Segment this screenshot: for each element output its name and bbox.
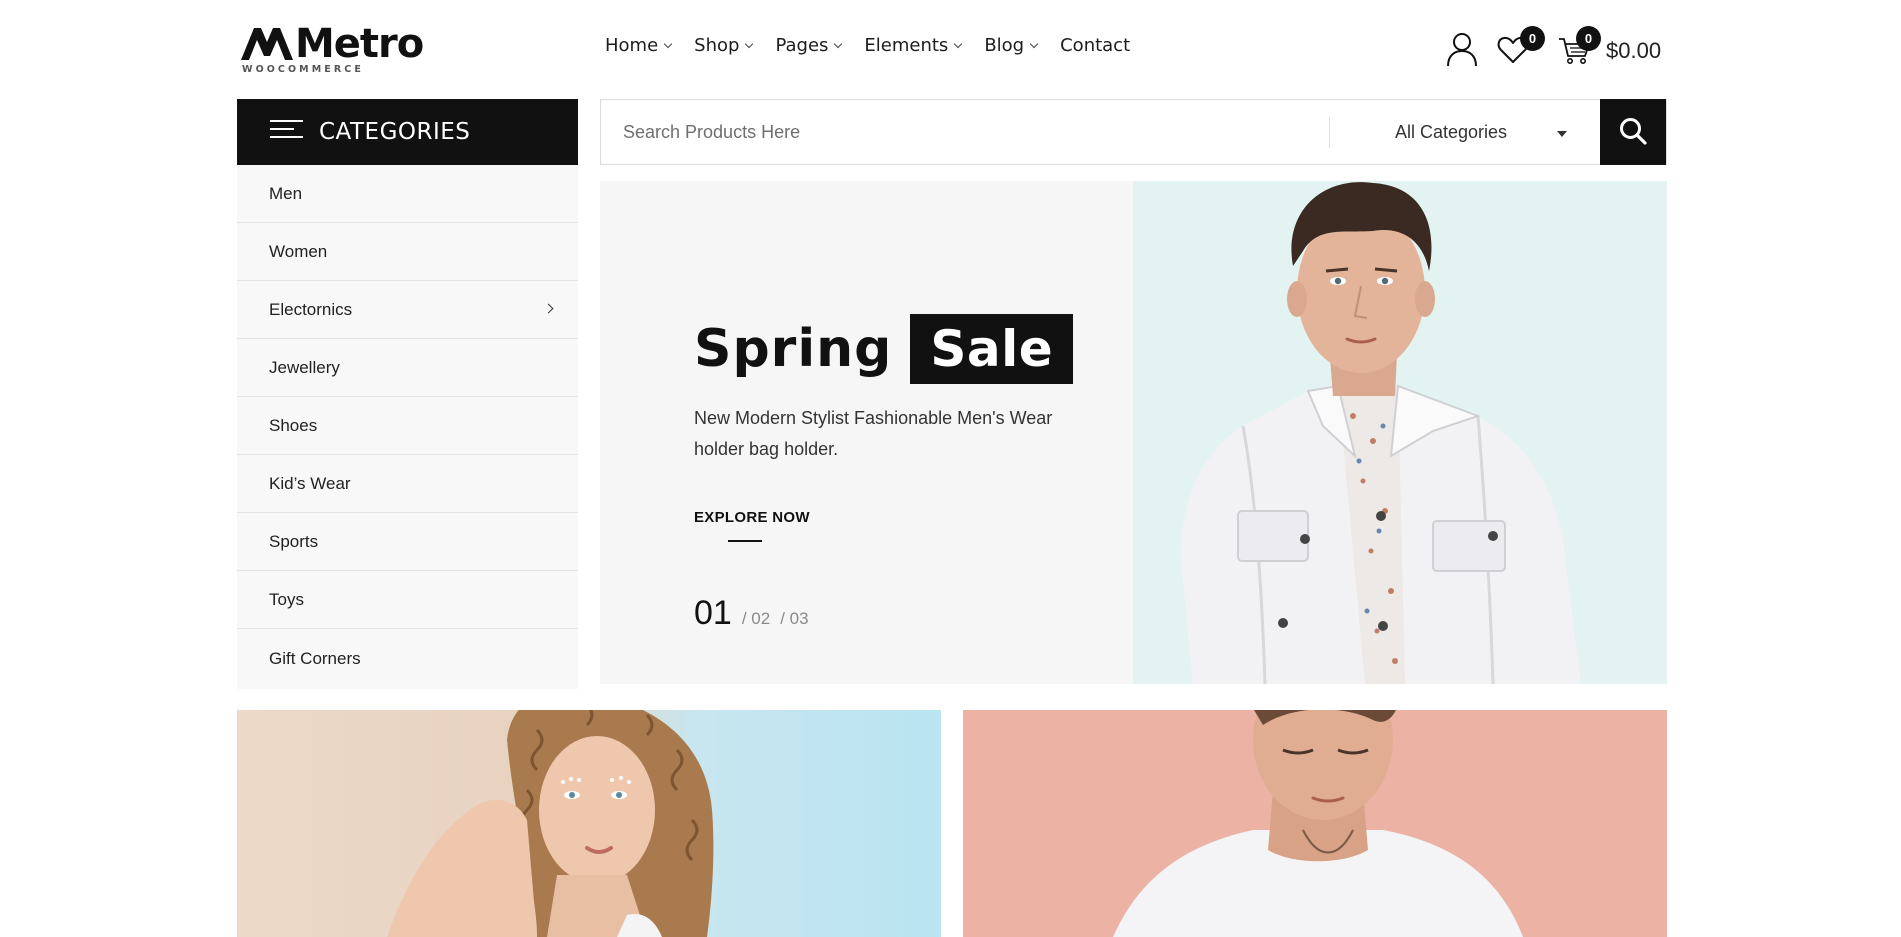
hero-title: Spring Sale xyxy=(694,314,1074,384)
category-shoes[interactable]: Shoes xyxy=(237,397,578,455)
slide-current[interactable]: 01 xyxy=(694,593,732,633)
category-label: Toys xyxy=(269,589,304,609)
cart-count-badge: 0 xyxy=(1576,26,1601,51)
search-bar: All Categories xyxy=(600,99,1667,165)
category-women[interactable]: Women xyxy=(237,223,578,281)
cart-total[interactable]: $0.00 xyxy=(1606,38,1661,64)
category-label: Jewellery xyxy=(269,357,340,377)
hero-title-highlight: Sale xyxy=(910,314,1074,384)
category-label: Electornics xyxy=(269,299,353,319)
category-toys[interactable]: Toys xyxy=(237,571,578,629)
category-sports[interactable]: Sports xyxy=(237,513,578,571)
nav-pages-label: Pages xyxy=(775,35,829,56)
chevron-right-icon xyxy=(543,303,554,314)
nav-elements[interactable]: Elements xyxy=(864,34,963,58)
search-input[interactable] xyxy=(623,115,1303,149)
slide-3[interactable]: / 03 xyxy=(780,609,808,629)
categories-list: Men Women Electornics Jewellery Shoes Ki… xyxy=(237,165,578,689)
search-button[interactable] xyxy=(1600,99,1666,165)
user-icon[interactable] xyxy=(1444,31,1480,67)
category-electronics[interactable]: Electornics xyxy=(237,281,578,339)
category-gift-corners[interactable]: Gift Corners xyxy=(237,629,578,689)
hero-slider: Spring Sale New Modern Stylist Fashionab… xyxy=(600,181,1667,684)
wishlist-count-badge: 0 xyxy=(1520,26,1545,51)
category-men[interactable]: Men xyxy=(237,165,578,223)
mens-banner-image xyxy=(1113,710,1523,937)
category-label: Gift Corners xyxy=(269,649,361,668)
slide-2[interactable]: / 02 xyxy=(742,609,770,629)
cta-underline xyxy=(728,540,762,542)
site-header: Metro WOOCOMMERCE Home Shop Pages Elemen… xyxy=(0,0,1901,96)
chevron-down-icon xyxy=(834,39,843,49)
category-label: Kid’s Wear xyxy=(269,473,351,493)
caret-down-icon[interactable] xyxy=(1557,131,1567,137)
category-label: Sports xyxy=(269,531,319,551)
brand-tagline: WOOCOMMERCE xyxy=(242,64,364,75)
model-illustration xyxy=(1180,182,1581,684)
category-label: Shoes xyxy=(269,415,318,435)
hero-model-image xyxy=(1133,181,1667,684)
chevron-down-icon xyxy=(663,39,673,49)
category-label: Men xyxy=(269,183,303,203)
nav-elements-label: Elements xyxy=(864,35,949,56)
nav-contact[interactable]: Contact xyxy=(1060,34,1130,58)
nav-blog-label: Blog xyxy=(984,35,1025,56)
menu-icon xyxy=(270,120,303,144)
search-category-select[interactable]: All Categories xyxy=(1395,120,1507,144)
nav-home[interactable]: Home xyxy=(605,34,673,58)
category-jewellery[interactable]: Jewellery xyxy=(237,339,578,397)
chevron-down-icon xyxy=(1029,39,1039,49)
categories-title: CATEGORIES xyxy=(319,119,471,145)
category-label: Women xyxy=(269,241,328,261)
brand-name: Metro xyxy=(295,21,424,67)
nav-home-label: Home xyxy=(605,35,659,56)
category-kids-wear[interactable]: Kid’s Wear xyxy=(237,455,578,513)
hero-title-plain: Spring xyxy=(694,319,893,379)
main-nav: Home Shop Pages Elements Blog Contact xyxy=(605,34,1153,58)
explore-now-link[interactable]: EXPLORE NOW xyxy=(694,509,810,527)
hero-description: New Modern Stylist Fashionable Men's Wea… xyxy=(694,408,1053,459)
womens-banner[interactable] xyxy=(237,710,941,937)
nav-shop-label: Shop xyxy=(694,35,740,56)
search-divider xyxy=(1329,117,1330,148)
mens-banner[interactable] xyxy=(963,710,1667,937)
nav-pages[interactable]: Pages xyxy=(775,34,843,58)
chevron-down-icon xyxy=(745,39,754,49)
search-icon xyxy=(1620,118,1647,145)
chevron-down-icon xyxy=(954,39,963,49)
nav-shop[interactable]: Shop xyxy=(694,34,754,58)
brand-logo[interactable]: Metro WOOCOMMERCE xyxy=(241,22,424,76)
nav-blog[interactable]: Blog xyxy=(984,34,1039,58)
womens-banner-image xyxy=(387,710,714,937)
nav-contact-label: Contact xyxy=(1060,35,1131,56)
logo-mark-icon xyxy=(241,28,293,60)
categories-toggle[interactable]: CATEGORIES xyxy=(237,99,578,165)
slide-pager: 01 / 02 / 03 xyxy=(694,593,809,633)
